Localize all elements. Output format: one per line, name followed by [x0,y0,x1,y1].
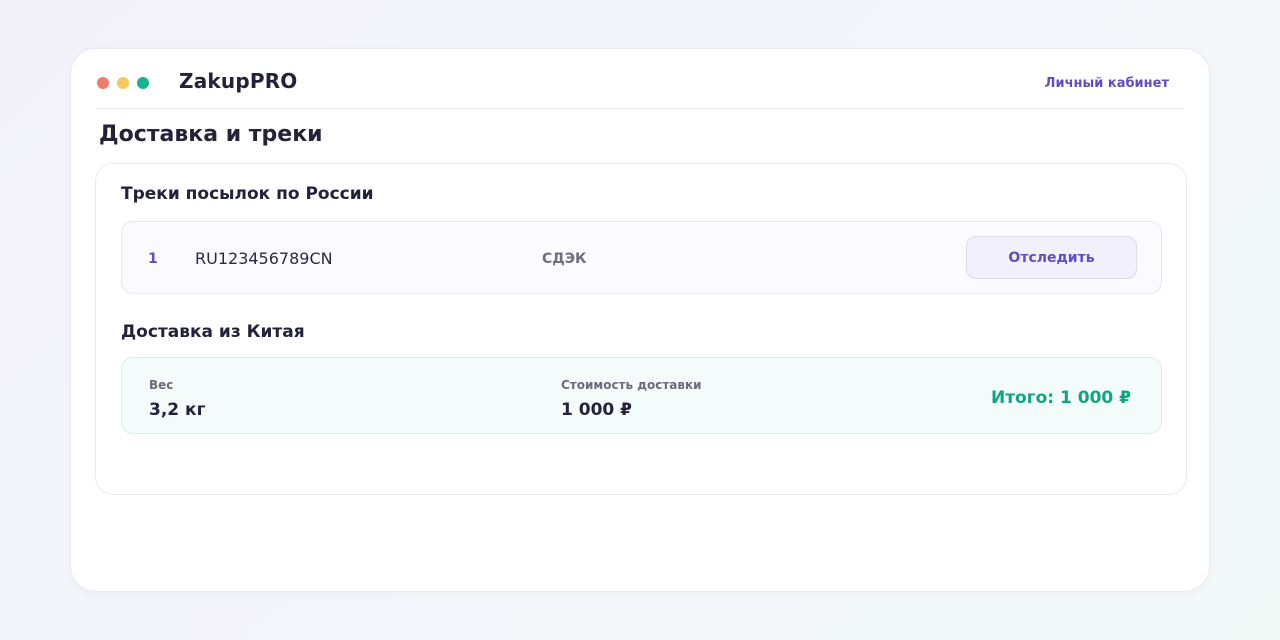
tracks-section-title: Треки посылок по России [121,184,374,204]
window-close-dot[interactable] [97,77,109,89]
top-bar: ZakupPRO Личный кабинет [97,49,1183,109]
track-row: 1 RU123456789CN СДЭК Отследить [121,221,1162,294]
window-minimize-dot[interactable] [117,77,129,89]
total-amount: Итого: 1 000 ₽ [990,388,1131,408]
track-button[interactable]: Отследить [966,236,1137,279]
weight-value: 3,2 кг [149,400,206,420]
track-carrier: СДЭК [542,251,587,267]
track-code: RU123456789CN [195,249,333,268]
delivery-cost-value: 1 000 ₽ [561,400,632,420]
page-title: Доставка и треки [99,122,323,147]
delivery-card: Треки посылок по России 1 RU123456789CN … [95,163,1187,495]
weight-label: Вес [149,378,174,392]
delivery-cost-label: Стоимость доставки [561,378,702,392]
window-maximize-dot[interactable] [137,77,149,89]
app-window: ZakupPRO Личный кабинет Доставка и треки… [70,48,1210,592]
account-link[interactable]: Личный кабинет [1045,76,1169,91]
brand-logo: ZakupPRO [179,69,298,93]
china-delivery-title: Доставка из Китая [121,322,305,342]
china-delivery-summary: Вес 3,2 кг Стоимость доставки 1 000 ₽ Ит… [121,357,1162,434]
track-number: 1 [148,251,158,267]
